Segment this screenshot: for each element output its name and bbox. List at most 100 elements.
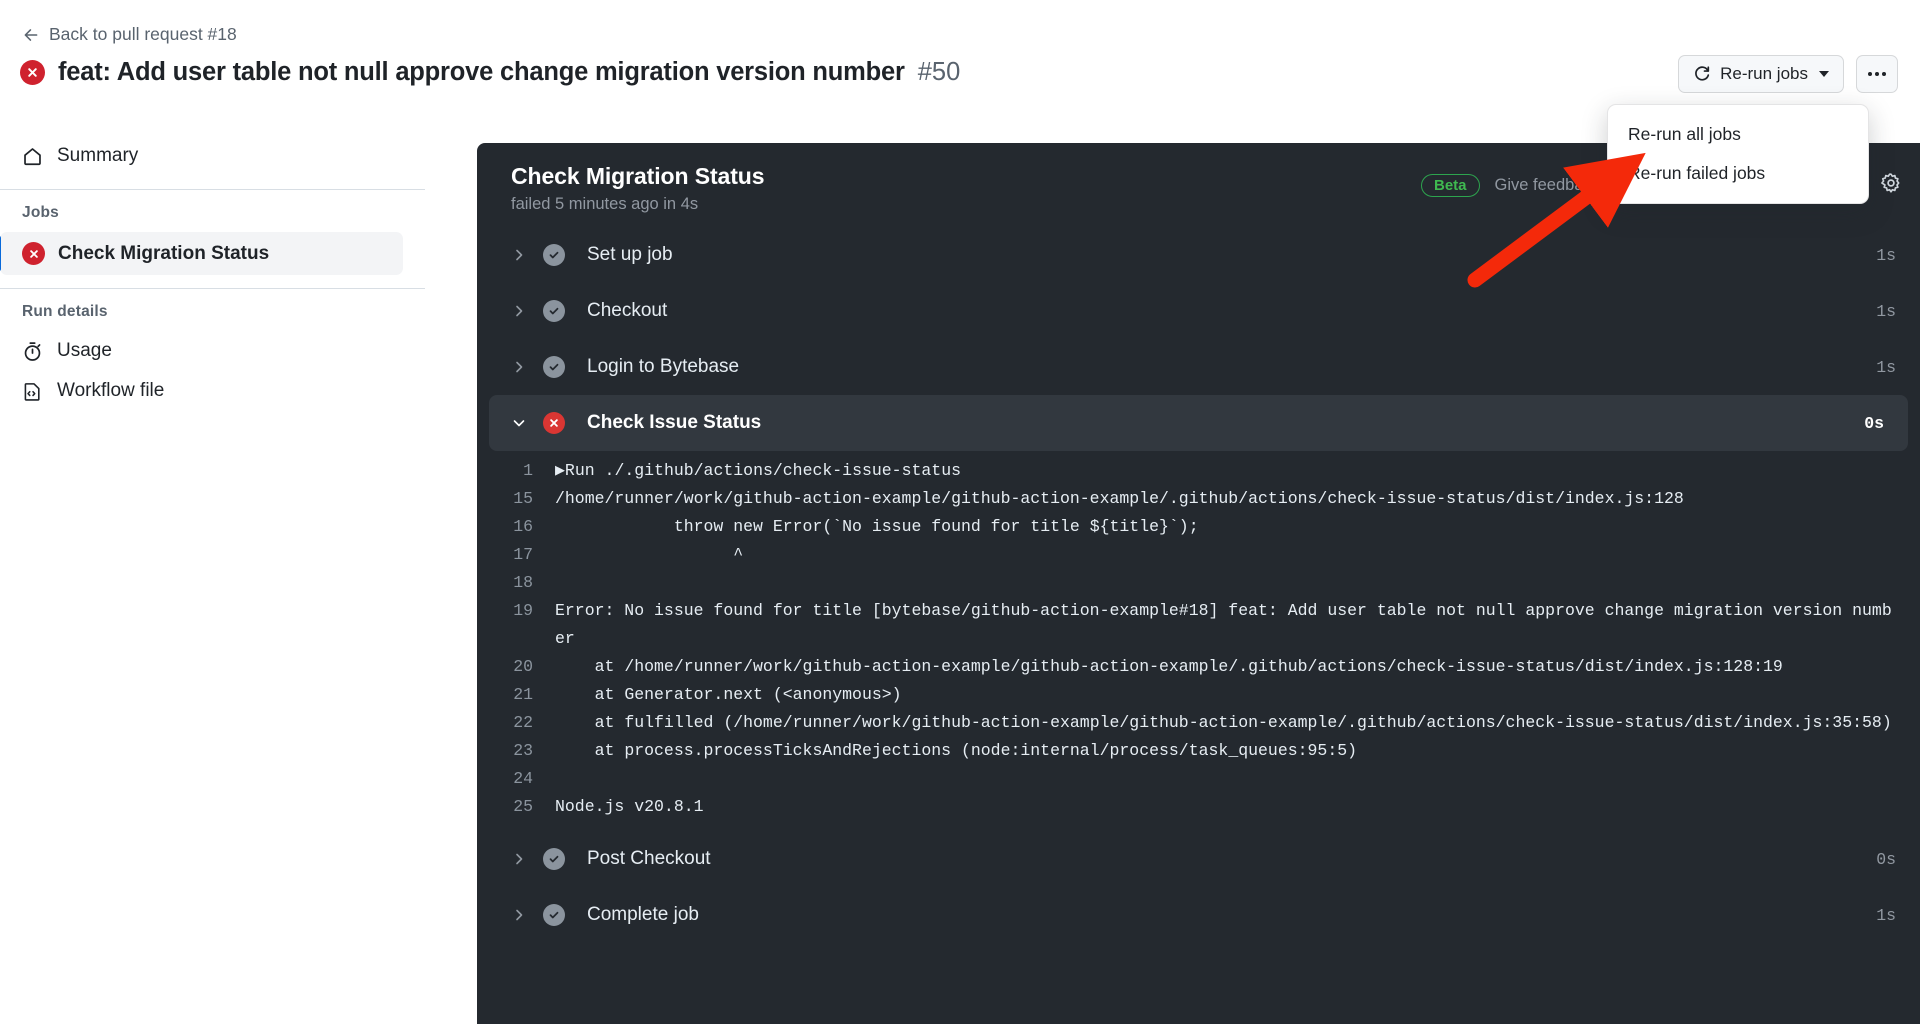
log-line: 16 throw new Error(`No issue found for t… bbox=[511, 513, 1896, 541]
sidebar-item-label: Usage bbox=[57, 340, 112, 362]
chevron-right-icon bbox=[511, 303, 533, 319]
check-circle-icon bbox=[543, 356, 565, 378]
log-line-text: Error: No issue found for title [bytebas… bbox=[555, 597, 1896, 653]
sidebar-item-label: Summary bbox=[57, 145, 138, 167]
step-duration: 1s bbox=[1876, 246, 1896, 265]
error-x-icon bbox=[20, 60, 45, 85]
gear-icon[interactable] bbox=[1880, 172, 1902, 199]
step-row-expanded[interactable]: Check Issue Status 0s bbox=[489, 395, 1908, 451]
log-line: 15/home/runner/work/github-action-exampl… bbox=[511, 485, 1896, 513]
log-line-text: at /home/runner/work/github-action-examp… bbox=[555, 653, 1896, 681]
step-duration: 0s bbox=[1876, 850, 1896, 869]
chevron-down-icon bbox=[511, 415, 533, 431]
job-steps-list: Set up job 1s Checkout 1s bbox=[477, 227, 1920, 943]
step-duration: 1s bbox=[1876, 906, 1896, 925]
step-row[interactable]: Set up job 1s bbox=[477, 227, 1920, 283]
more-options-button[interactable] bbox=[1856, 55, 1898, 93]
chevron-right-icon bbox=[511, 247, 533, 263]
step-label: Complete job bbox=[587, 904, 699, 926]
log-line-text: at fulfilled (/home/runner/work/github-a… bbox=[555, 709, 1896, 737]
log-line: 25Node.js v20.8.1 bbox=[511, 793, 1896, 821]
check-circle-icon bbox=[543, 904, 565, 926]
log-line-number: 20 bbox=[511, 653, 555, 681]
more-options-icon bbox=[1875, 72, 1879, 76]
log-line-text: ▶Run ./.github/actions/check-issue-statu… bbox=[555, 457, 1896, 485]
step-row[interactable]: Complete job 1s bbox=[477, 887, 1920, 943]
stopwatch-icon bbox=[22, 341, 43, 362]
sidebar-heading-jobs: Jobs bbox=[0, 190, 425, 232]
menu-item-rerun-failed-jobs[interactable]: Re-run failed jobs bbox=[1608, 154, 1868, 193]
log-line: 17 ^ bbox=[511, 541, 1896, 569]
log-line: 1▶Run ./.github/actions/check-issue-stat… bbox=[511, 457, 1896, 485]
log-line-text: Node.js v20.8.1 bbox=[555, 793, 1896, 821]
step-label: Set up job bbox=[587, 244, 673, 266]
log-line-number: 21 bbox=[511, 681, 555, 709]
error-x-icon bbox=[543, 412, 565, 434]
page-title-row: feat: Add user table not null approve ch… bbox=[20, 58, 960, 87]
refresh-icon bbox=[1693, 65, 1711, 83]
step-duration: 1s bbox=[1876, 358, 1896, 377]
sidebar-item-summary[interactable]: Summary bbox=[0, 136, 425, 176]
log-line-text: throw new Error(`No issue found for titl… bbox=[555, 513, 1896, 541]
step-row[interactable]: Post Checkout 0s bbox=[477, 831, 1920, 887]
more-options-icon bbox=[1868, 72, 1872, 76]
step-row[interactable]: Login to Bytebase 1s bbox=[477, 339, 1920, 395]
step-duration: 1s bbox=[1876, 302, 1896, 321]
log-line-number: 23 bbox=[511, 737, 555, 765]
chevron-right-icon bbox=[511, 359, 533, 375]
job-logs-panel: Check Migration Status failed 5 minutes … bbox=[477, 143, 1920, 1024]
log-line: 19Error: No issue found for title [byteb… bbox=[511, 597, 1896, 653]
workflow-file-icon bbox=[22, 381, 43, 402]
job-title: Check Migration Status bbox=[511, 163, 764, 190]
step-label: Check Issue Status bbox=[587, 412, 761, 434]
log-line: 22 at fulfilled (/home/runner/work/githu… bbox=[511, 709, 1896, 737]
chevron-right-icon bbox=[511, 851, 533, 867]
rerun-jobs-button[interactable]: Re-run jobs bbox=[1678, 55, 1844, 93]
chevron-down-icon bbox=[1819, 71, 1829, 77]
log-line-number: 1 bbox=[511, 457, 555, 485]
sidebar-item-workflow-file[interactable]: Workflow file bbox=[0, 371, 425, 411]
arrow-left-icon bbox=[22, 26, 40, 44]
check-circle-icon bbox=[543, 300, 565, 322]
page-title: feat: Add user table not null approve ch… bbox=[58, 58, 905, 87]
give-feedback-link[interactable]: Give feedback bbox=[1495, 176, 1600, 195]
back-link-label: Back to pull request #18 bbox=[49, 24, 237, 45]
log-line-number: 22 bbox=[511, 709, 555, 737]
log-line-text: /home/runner/work/github-action-example/… bbox=[555, 485, 1896, 513]
step-row[interactable]: Checkout 1s bbox=[477, 283, 1920, 339]
chevron-right-icon bbox=[511, 907, 533, 923]
rerun-jobs-label: Re-run jobs bbox=[1720, 64, 1808, 84]
sidebar-heading-run-details: Run details bbox=[0, 289, 425, 331]
log-line-number: 17 bbox=[511, 541, 555, 569]
log-line-text: at process.processTicksAndRejections (no… bbox=[555, 737, 1896, 765]
log-line-number: 15 bbox=[511, 485, 555, 513]
log-line-number: 19 bbox=[511, 597, 555, 625]
menu-item-rerun-all-jobs[interactable]: Re-run all jobs bbox=[1608, 115, 1868, 154]
log-line-number: 16 bbox=[511, 513, 555, 541]
rerun-jobs-dropdown-menu[interactable]: Re-run all jobs Re-run failed jobs bbox=[1607, 104, 1869, 204]
job-status-text: failed 5 minutes ago in 4s bbox=[511, 195, 764, 214]
log-line: 24 bbox=[511, 765, 1896, 793]
log-line-number: 18 bbox=[511, 569, 555, 597]
log-line: 23 at process.processTicksAndRejections … bbox=[511, 737, 1896, 765]
log-line: 21 at Generator.next (<anonymous>) bbox=[511, 681, 1896, 709]
sidebar-item-label: Workflow file bbox=[57, 380, 164, 402]
step-output-log[interactable]: 1▶Run ./.github/actions/check-issue-stat… bbox=[477, 451, 1920, 831]
log-line: 20 at /home/runner/work/github-action-ex… bbox=[511, 653, 1896, 681]
sidebar-job-label: Check Migration Status bbox=[58, 243, 269, 265]
error-x-icon bbox=[22, 242, 45, 265]
home-icon bbox=[22, 146, 43, 167]
check-circle-icon bbox=[543, 244, 565, 266]
sidebar: Summary Jobs Check Migration Status Run … bbox=[0, 136, 425, 411]
more-options-icon bbox=[1882, 72, 1886, 76]
step-label: Login to Bytebase bbox=[587, 356, 739, 378]
step-duration: 0s bbox=[1864, 414, 1884, 433]
header-actions: Re-run jobs bbox=[1678, 55, 1898, 93]
check-circle-icon bbox=[543, 848, 565, 870]
sidebar-item-check-migration-status[interactable]: Check Migration Status bbox=[0, 232, 403, 275]
log-line-text: ^ bbox=[555, 541, 1896, 569]
sidebar-item-usage[interactable]: Usage bbox=[0, 331, 425, 371]
step-label: Post Checkout bbox=[587, 848, 711, 870]
log-line-number: 24 bbox=[511, 765, 555, 793]
back-to-pull-request-link[interactable]: Back to pull request #18 bbox=[22, 24, 237, 45]
